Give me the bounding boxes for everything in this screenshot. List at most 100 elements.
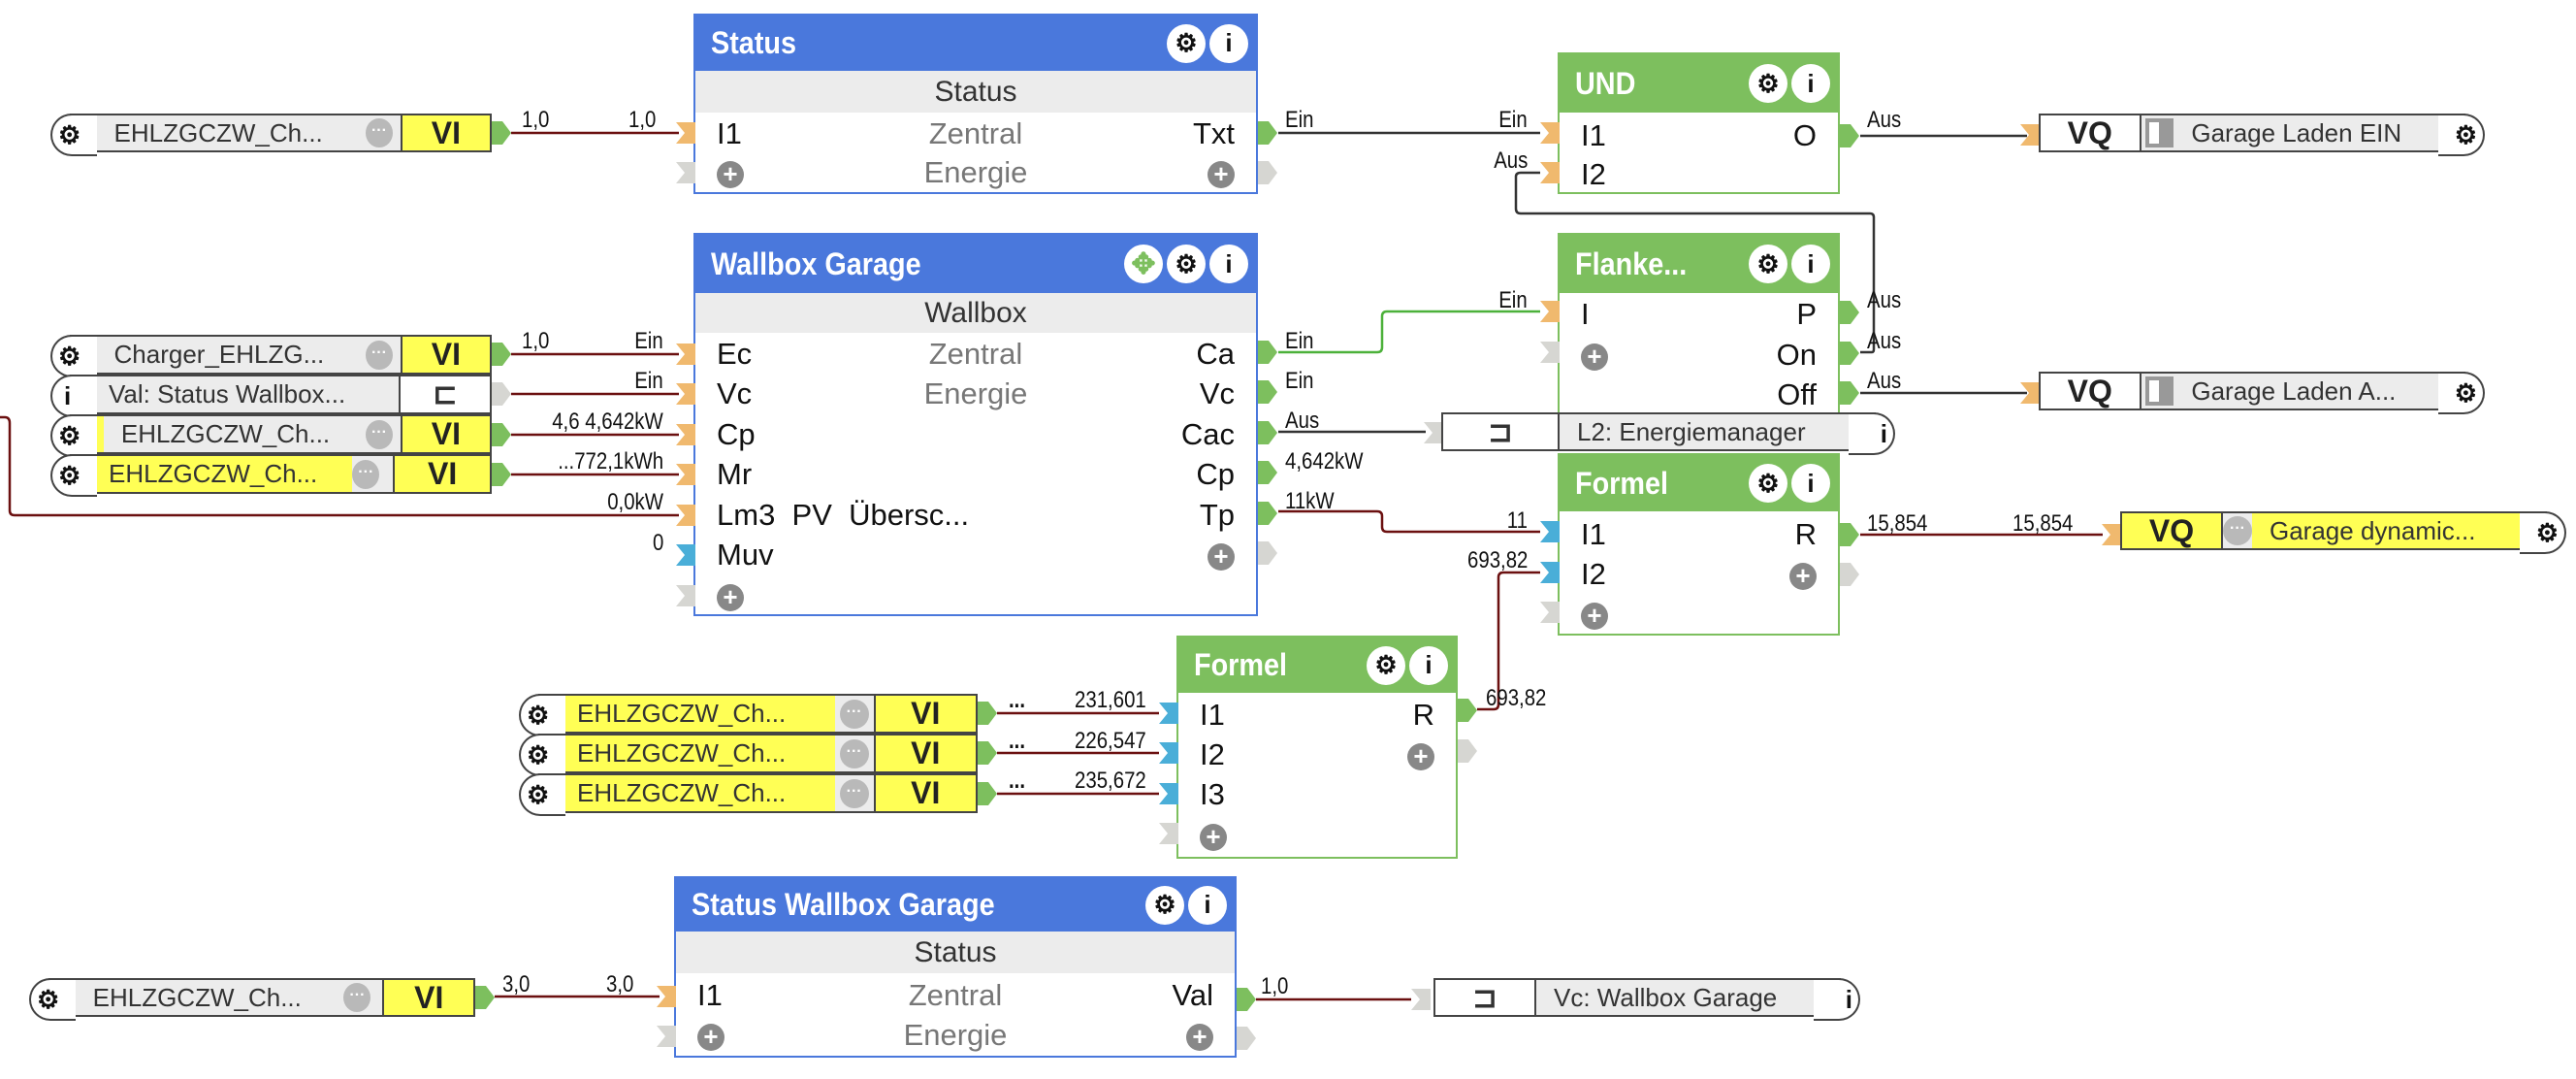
output-port[interactable] (492, 423, 511, 446)
output-port-add[interactable] (1458, 739, 1477, 763)
info-button[interactable]: i (1849, 412, 1895, 455)
output-port[interactable] (492, 343, 511, 366)
vi-node-f2[interactable]: ⚙ EHLZGCZW_Ch... ··· VI (519, 734, 978, 776)
input-port-i2[interactable] (1540, 562, 1560, 583)
output-port-cp[interactable] (1258, 461, 1277, 484)
input-port-mr[interactable] (676, 464, 695, 485)
output-port[interactable] (492, 463, 511, 486)
output-port-vc[interactable] (1258, 380, 1277, 404)
vc-wallbox-garage-node[interactable]: ⊐ Vc: Wallbox Garage i (1433, 978, 1860, 1021)
input-port-vc[interactable] (676, 383, 695, 405)
input-port[interactable] (2020, 382, 2040, 404)
input-port-add[interactable] (676, 162, 695, 183)
output-port-off[interactable] (1840, 381, 1859, 405)
gear-button[interactable]: ⚙ (2438, 114, 2485, 156)
more-icon[interactable]: ··· (2223, 516, 2252, 545)
output-port-r[interactable] (1458, 699, 1477, 722)
gear-button[interactable]: ⚙ (50, 414, 97, 457)
input-port-add[interactable] (676, 585, 695, 606)
add-output-button[interactable]: + (1208, 543, 1235, 571)
output-port-add[interactable] (1258, 161, 1277, 184)
info-icon[interactable]: i (1209, 245, 1248, 283)
input-port-i1[interactable] (1540, 521, 1560, 542)
add-input-button[interactable]: + (717, 584, 744, 611)
info-icon[interactable]: i (1791, 64, 1830, 103)
add-input-button[interactable]: + (1581, 343, 1608, 371)
info-button[interactable]: i (50, 375, 97, 417)
wallbox-garage-block[interactable]: Wallbox Garage ✥ ⚙ i Wallbox Ec Zentral Ca V… (693, 233, 1258, 616)
gear-icon[interactable]: ⚙ (1749, 464, 1787, 503)
output-port[interactable] (1237, 988, 1256, 1011)
status-wallbox-garage-block[interactable]: Status Wallbox Garage ⚙ i Status I1 Zentra… (674, 876, 1237, 1058)
output-port[interactable] (475, 986, 495, 1009)
output-port[interactable] (978, 741, 997, 765)
vi-node-f3[interactable]: ⚙ EHLZGCZW_Ch... ··· VI (519, 773, 978, 816)
val-node-status-wallbox[interactable]: i Val: Status Wallbox... ⊏ (50, 375, 492, 417)
info-icon[interactable]: i (1188, 885, 1227, 925)
move-icon[interactable]: ✥ (1124, 245, 1163, 283)
gear-icon[interactable]: ⚙ (1167, 23, 1206, 63)
gear-button[interactable]: ⚙ (50, 335, 97, 377)
output-port-on[interactable] (1840, 342, 1859, 365)
info-button[interactable]: i (1814, 978, 1860, 1021)
input-port-cp[interactable] (676, 424, 695, 445)
info-icon[interactable]: i (1409, 645, 1448, 685)
input-port-i1[interactable] (1159, 703, 1178, 724)
input-port-i2[interactable] (1540, 162, 1560, 183)
gear-icon[interactable]: ⚙ (1749, 64, 1787, 103)
output-port-tp[interactable] (1258, 502, 1277, 525)
gear-icon[interactable]: ⚙ (1367, 645, 1405, 685)
vi-node-f1[interactable]: ⚙ EHLZGCZW_Ch... ··· VI (519, 694, 978, 736)
input-port-i[interactable] (1540, 301, 1560, 322)
output-port-ca[interactable] (1258, 341, 1277, 364)
gear-button[interactable]: ⚙ (519, 734, 565, 776)
output-port-p[interactable] (1840, 301, 1859, 324)
info-icon[interactable]: i (1791, 245, 1830, 283)
more-icon[interactable]: ··· (352, 459, 380, 489)
more-icon[interactable]: ··· (839, 778, 869, 808)
output-port-o[interactable] (1840, 124, 1859, 147)
gear-icon[interactable]: ⚙ (1145, 885, 1184, 925)
gear-button[interactable]: ⚙ (2520, 511, 2566, 554)
vi-node-mr[interactable]: ⚙ EHLZGCZW_Ch... ··· VI (50, 454, 492, 497)
formel-block-right[interactable]: Formel ⚙ i I1 R I2 + + (1558, 453, 1840, 636)
vi-node-charger[interactable]: ⚙ Charger_EHLZG... ··· VI (50, 335, 492, 377)
gear-button[interactable]: ⚙ (50, 114, 97, 156)
output-port-cac[interactable] (1258, 421, 1277, 444)
gear-button[interactable]: ⚙ (50, 454, 97, 497)
input-port[interactable] (1424, 422, 1443, 443)
input-port-add[interactable] (1540, 602, 1560, 623)
input-port-lm3[interactable] (676, 505, 695, 526)
output-port-r[interactable] (1840, 523, 1859, 546)
more-icon[interactable]: ··· (839, 738, 869, 768)
input-port-i1[interactable] (1540, 122, 1560, 144)
input-port[interactable] (657, 986, 676, 1007)
gear-button[interactable]: ⚙ (2438, 372, 2485, 414)
output-port-add[interactable] (1237, 1027, 1256, 1050)
input-port[interactable] (676, 122, 695, 144)
info-icon[interactable]: i (1791, 464, 1830, 503)
more-icon[interactable]: ··· (366, 118, 393, 147)
formel-block-lower[interactable]: Formel ⚙ i I1 R I2 + I3 + (1176, 636, 1458, 859)
vq-node-dynamic[interactable]: VQ ··· Garage dynamic... ⚙ (2120, 511, 2566, 554)
gear-button[interactable]: ⚙ (519, 694, 565, 736)
toggle-switch[interactable] (2144, 376, 2174, 406)
add-output-button[interactable]: + (1186, 1024, 1213, 1051)
vq-node-laden-aus[interactable]: VQ Garage Laden A... ⚙ (2039, 372, 2485, 414)
add-input-button[interactable]: + (1581, 603, 1608, 630)
flanke-block[interactable]: Flanke... ⚙ i IP + On Off (1558, 233, 1840, 437)
und-block[interactable]: UND ⚙ i I1 O I2 (1558, 52, 1840, 194)
input-port-add[interactable] (1159, 823, 1178, 844)
output-port-add[interactable] (1840, 563, 1859, 586)
add-input-button[interactable]: + (1200, 824, 1227, 851)
more-icon[interactable]: ··· (343, 983, 371, 1012)
gear-icon[interactable]: ⚙ (1749, 245, 1787, 283)
input-port-i3[interactable] (1159, 783, 1178, 804)
output-port[interactable] (978, 702, 997, 725)
output-port[interactable] (492, 121, 511, 145)
output-port[interactable] (492, 382, 511, 406)
input-port[interactable] (2102, 524, 2121, 545)
more-icon[interactable]: ··· (366, 340, 393, 370)
vq-node-laden-ein[interactable]: VQ Garage Laden EIN ⚙ (2039, 114, 2485, 156)
input-port-add[interactable] (1540, 342, 1560, 363)
